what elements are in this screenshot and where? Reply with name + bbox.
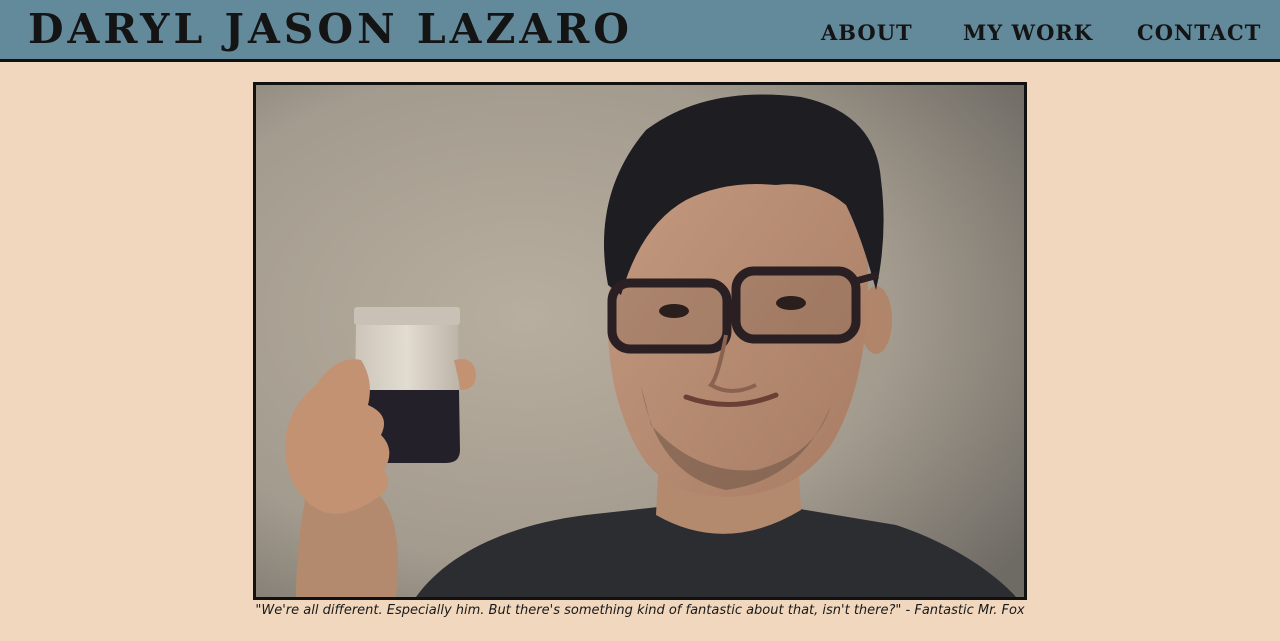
nav-about-link[interactable]: ABOUT <box>821 19 913 47</box>
site-title[interactable]: Daryl Jason Lazaro <box>28 6 633 52</box>
nav-contact-link[interactable]: CONTACT <box>1137 19 1261 47</box>
site-header: Daryl Jason Lazaro ABOUT MY WORK CONTACT <box>0 0 1280 62</box>
portrait-photo <box>253 82 1027 600</box>
nav-my-work-link[interactable]: MY WORK <box>963 19 1093 47</box>
photo-caption: "We're all different. Especially him. Bu… <box>255 603 1025 618</box>
